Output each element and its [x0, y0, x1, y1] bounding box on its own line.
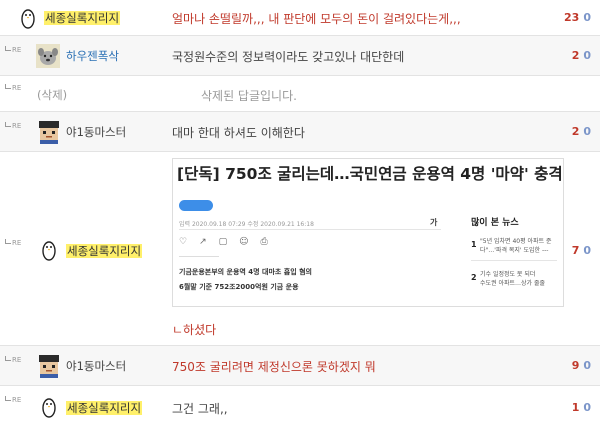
reply-arrow-icon [5, 239, 11, 244]
pixel-character-avatar[interactable] [37, 120, 59, 144]
upvote-count[interactable]: 23 [564, 11, 579, 24]
comment-author: (삭제) [37, 88, 68, 102]
comment-text: 국정원수준의 정보력이라도 갖고있나 대단한데 [172, 50, 405, 64]
comment-list: 세종실록지리지 얼마나 손떨릴까,,, 내 판단에 모두의 돈이 걸려있다는게,… [0, 0, 600, 431]
comment-row: RE 야1동마스터 대마 한대 하셔도 이해한다 20 [0, 112, 600, 152]
downvote-count[interactable]: 0 [583, 401, 591, 414]
comment-row: 세종실록지리지 얼마나 손떨릴까,,, 내 판단에 모두의 돈이 걸려있다는게,… [0, 0, 600, 36]
comment-row: RE 세종실록지리지 그건 그래,, 10 [0, 386, 600, 431]
reporter-badge [179, 200, 213, 211]
upvote-count[interactable]: 2 [572, 49, 580, 62]
downvote-count[interactable]: 0 [583, 244, 591, 257]
upvote-count[interactable]: 2 [572, 125, 580, 138]
comment-text: 얼마나 손떨릴까,,, 내 판단에 모두의 돈이 걸려있다는게,,, [172, 12, 461, 26]
reply-indicator: RE [5, 396, 21, 404]
comment-author[interactable]: 야1동마스터 [66, 124, 126, 140]
upvote-count[interactable]: 9 [572, 359, 580, 372]
reply-indicator: RE [5, 122, 21, 130]
divider [179, 256, 219, 257]
font-size-icon: 가 [430, 218, 438, 227]
reply-indicator: RE [5, 356, 21, 364]
reply-indicator: RE [5, 239, 21, 247]
comment-text: 대마 한대 하셔도 이해한다 [172, 126, 305, 140]
comment-row: RE 세종실록지리지 [단독] 750조 굴리는데…국민연금 운용역 4명 '마… [0, 152, 600, 346]
penguin-avatar[interactable] [38, 238, 60, 261]
penguin-avatar[interactable] [17, 6, 39, 29]
vote-score: 23 0 [564, 11, 591, 24]
popular-rank: 1 [471, 240, 477, 249]
downvote-count[interactable]: 0 [583, 359, 591, 372]
popular-rank: 2 [471, 273, 477, 282]
news-timestamp: 입력 2020.09.18 07:29 수정 2020.09.21 16:18 [179, 221, 314, 228]
comment-text: 삭제된 답글입니다. [201, 89, 297, 103]
news-lede: 기금운용본부의 운용역 4명 대마초 흡입 혐의 [179, 268, 312, 276]
comment-text: 750조 굴리려면 제정신으론 못하겠지 뭐 [172, 360, 376, 374]
comment-text: ㄴ하셨다 [172, 323, 217, 337]
reply-arrow-icon [5, 122, 11, 127]
popular-news-title: 많이 본 뉴스 [471, 218, 519, 228]
vote-score: 20 [572, 125, 591, 138]
dog-avatar[interactable] [36, 44, 60, 68]
reply-indicator: RE [5, 84, 21, 92]
reply-arrow-icon [5, 356, 11, 361]
pixel-character-avatar[interactable] [37, 354, 59, 378]
popular-item-line: 다"…'파격 복지' 도입한 --- [480, 247, 549, 254]
comment-author[interactable]: 세종실록지리지 [66, 400, 143, 416]
comment-row-deleted: RE (삭제) 삭제된 답글입니다. [0, 76, 600, 112]
news-headline: [단독] 750조 굴리는데…국민연금 운용역 4명 '마약' 충격 [177, 165, 563, 183]
news-screenshot-image[interactable]: [단독] 750조 굴리는데…국민연금 운용역 4명 '마약' 충격 입력 20… [172, 158, 564, 307]
divider [471, 260, 557, 261]
reply-indicator: RE [5, 46, 21, 54]
comment-text: 그건 그래,, [172, 402, 228, 416]
popular-item-line: 수도권 아파트…상가 줄줄 [480, 280, 546, 287]
vote-score: 20 [572, 49, 591, 62]
vote-score: 70 [572, 244, 591, 257]
news-lede: 6월말 기준 752조2000억원 기금 운용 [179, 283, 299, 291]
share-icons: ♡↗▢☺⎙ [179, 237, 280, 247]
reply-arrow-icon [5, 84, 11, 89]
comment-author[interactable]: 세종실록지리지 [66, 243, 143, 259]
downvote-count[interactable]: 0 [583, 49, 591, 62]
comment-author[interactable]: 하우젠폭삭 [66, 48, 119, 64]
upvote-count[interactable]: 7 [572, 244, 580, 257]
reply-arrow-icon [5, 46, 11, 51]
comment-row: RE 하우젠폭삭 국정원수준의 정보력이라도 갖고있나 대단한데 20 [0, 36, 600, 76]
downvote-count[interactable]: 0 [583, 11, 591, 24]
comment-author[interactable]: 세종실록지리지 [44, 10, 121, 26]
vote-score: 90 [572, 359, 591, 372]
divider [179, 229, 441, 230]
vote-score: 10 [572, 401, 591, 414]
penguin-avatar[interactable] [38, 395, 60, 418]
popular-item-line: "5년 임차면 40평 아파트 준 [480, 238, 552, 245]
comment-row: RE 야1동마스터 750조 굴리려면 제정신으론 못하겠지 뭐 90 [0, 346, 600, 386]
reply-arrow-icon [5, 396, 11, 401]
downvote-count[interactable]: 0 [583, 125, 591, 138]
comment-author[interactable]: 야1동마스터 [66, 358, 126, 374]
popular-item-line: 기수 일정정도 못 되더 [480, 271, 536, 278]
upvote-count[interactable]: 1 [572, 401, 580, 414]
